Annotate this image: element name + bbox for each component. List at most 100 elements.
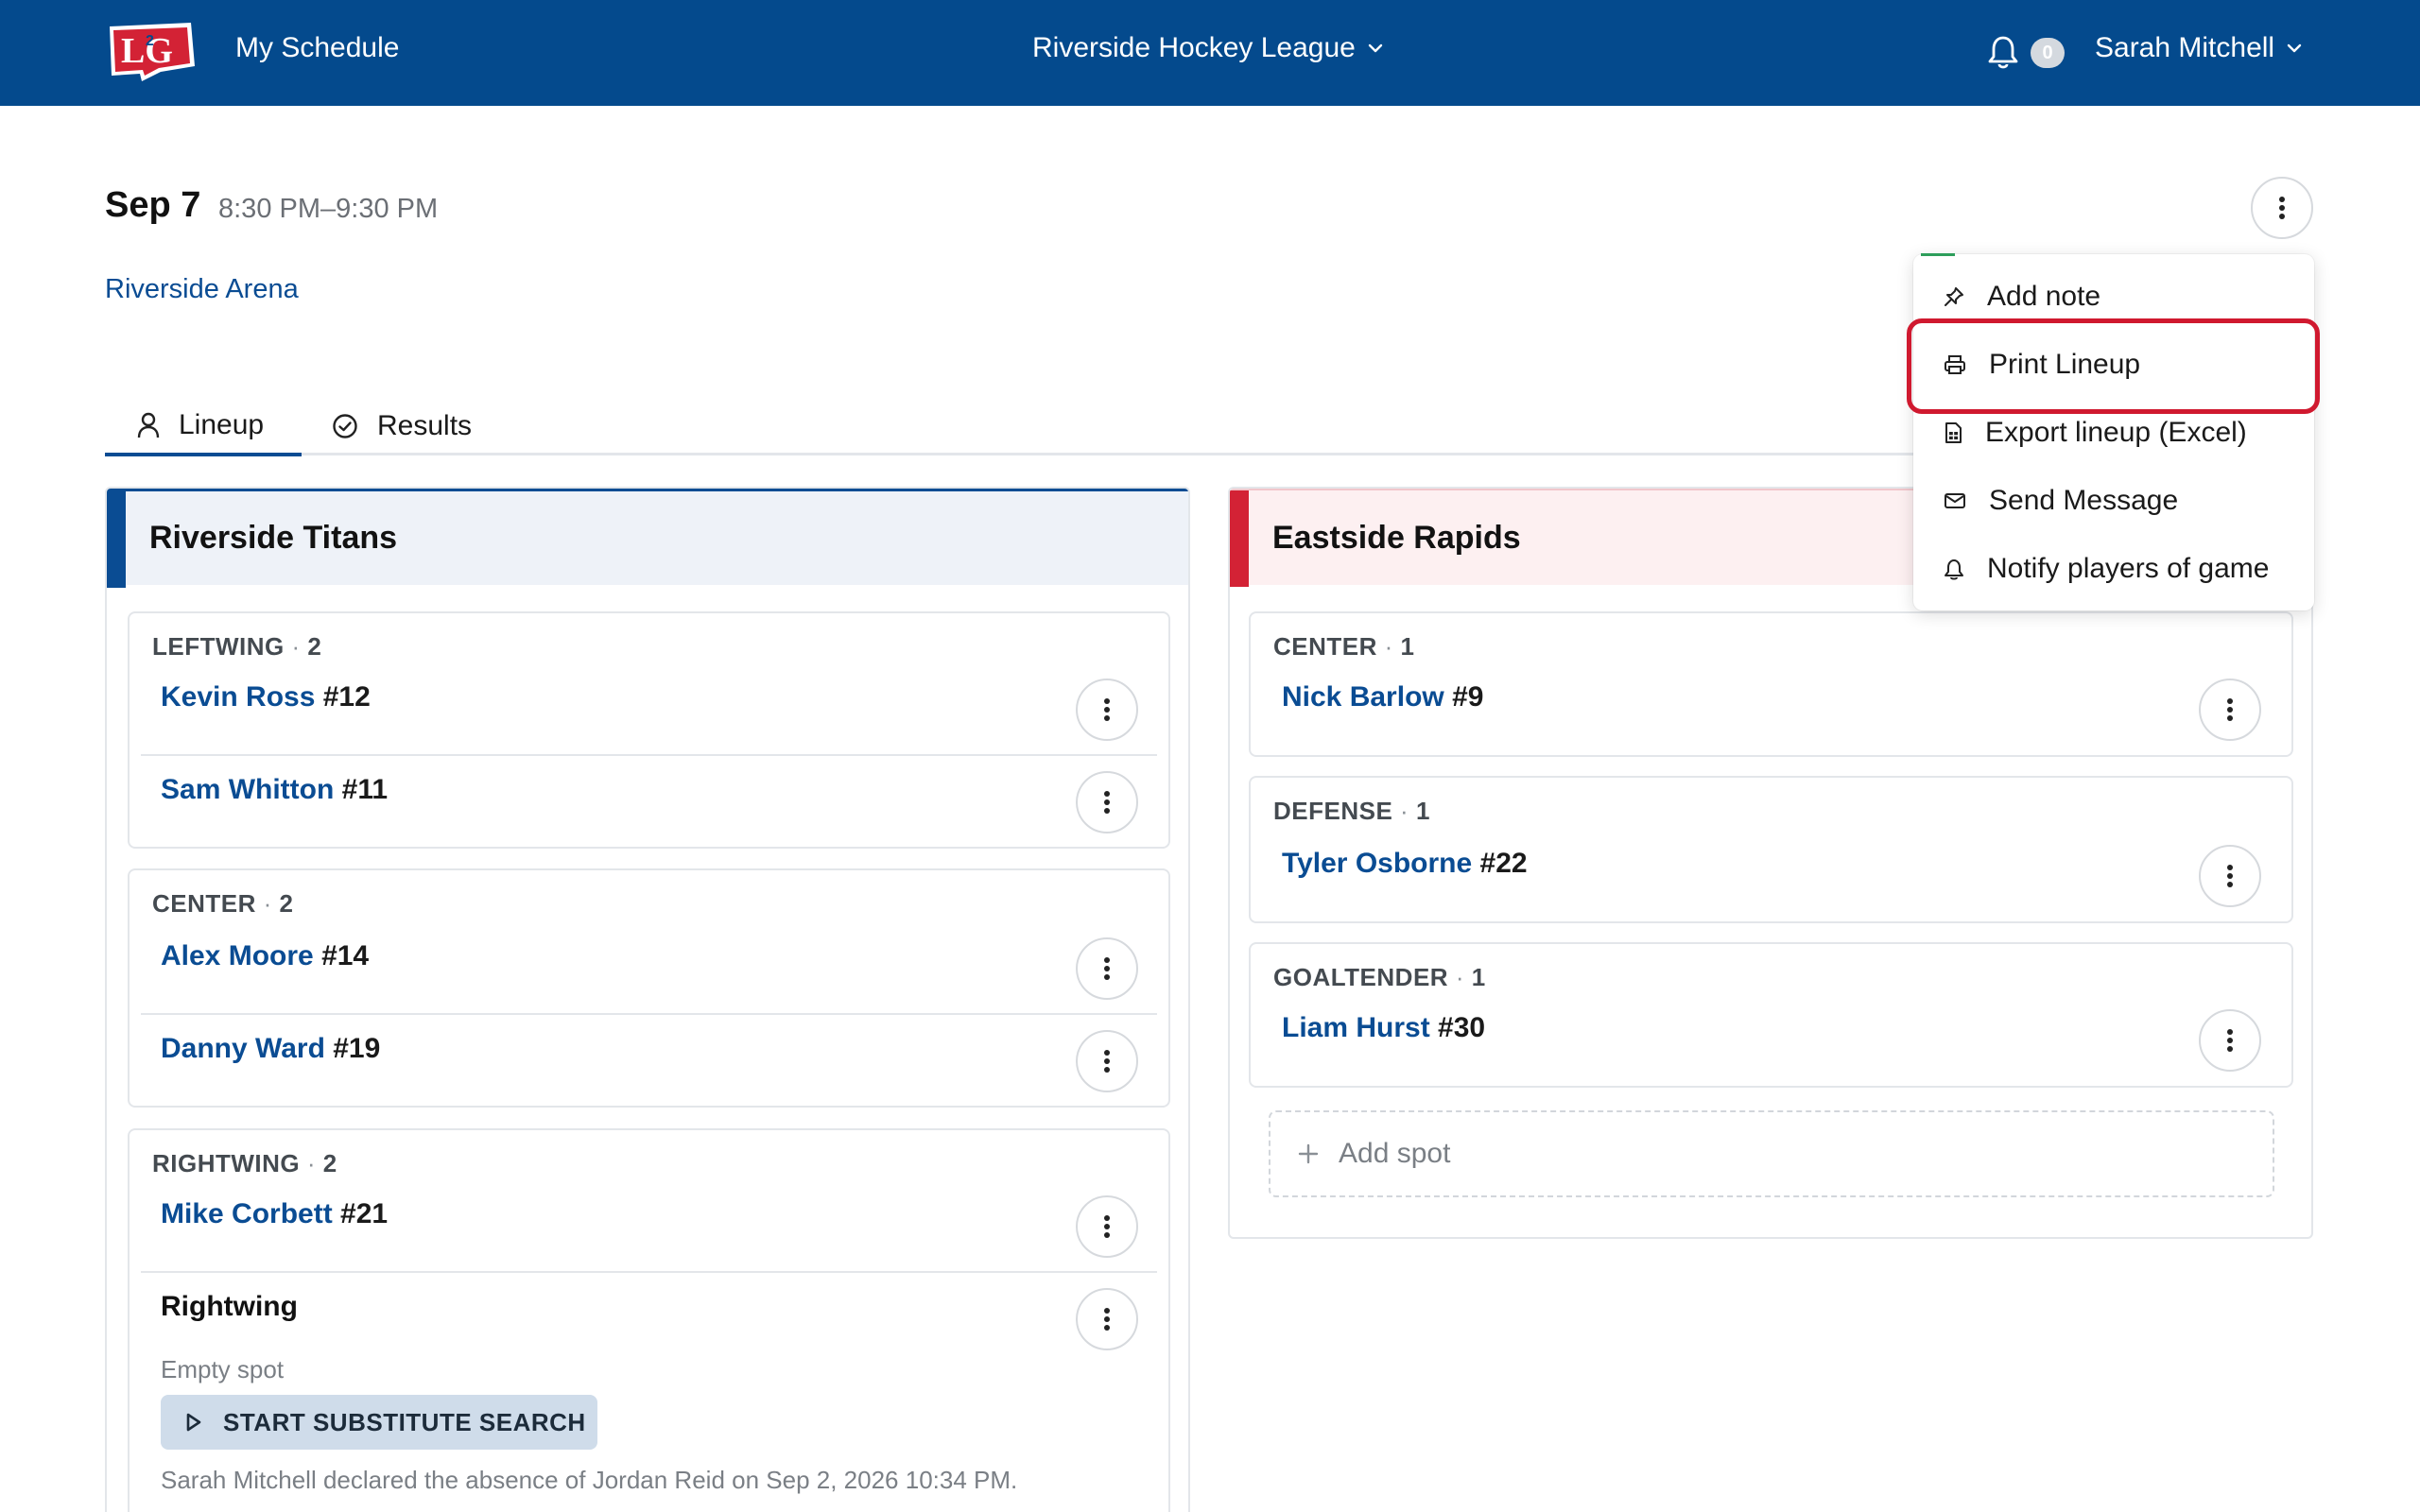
start-substitute-search-button[interactable]: START SUBSTITUTE SEARCH <box>161 1395 597 1450</box>
team-name: Eastside Rapids <box>1272 519 1521 556</box>
event-time: 8:30 PM–9:30 PM <box>218 194 439 224</box>
spreadsheet-icon <box>1945 422 1962 443</box>
empty-spot-subtitle: Empty spot <box>161 1355 285 1383</box>
player-more-button[interactable] <box>1076 1030 1138 1092</box>
position-label: DEFENSE · 1 <box>1273 797 1430 825</box>
row-divider <box>141 1013 1157 1015</box>
vertical-dots-icon <box>1104 957 1110 980</box>
user-name: Sarah Mitchell <box>2095 32 2275 63</box>
menu-accent-mark <box>1921 253 1955 256</box>
empty-spot-more-button[interactable] <box>1076 1288 1138 1350</box>
player-more-button[interactable] <box>2199 1009 2261 1072</box>
pin-icon <box>1945 287 1963 306</box>
player-more-button[interactable] <box>2199 845 2261 907</box>
team-header: Riverside Titans <box>107 489 1188 588</box>
player-name-link[interactable]: Tyler Osborne <box>1282 848 1472 879</box>
tab-label: Lineup <box>179 408 265 440</box>
nav-my-schedule[interactable]: My Schedule <box>235 32 399 64</box>
chevron-down-icon <box>1368 43 1383 53</box>
vertical-dots-icon <box>1104 1308 1110 1331</box>
league-name: Riverside Hockey League <box>1032 32 1356 63</box>
position-label: CENTER · 2 <box>152 889 294 918</box>
top-bar: LG 2 My Schedule Riverside Hockey League… <box>0 0 2420 106</box>
player-entry: Alex Moore #14 <box>161 940 369 972</box>
player-name-link[interactable]: Danny Ward <box>161 1033 325 1064</box>
add-spot-button[interactable]: Add spot <box>1269 1110 2274 1197</box>
position-group-center: CENTER · 1 Nick Barlow #9 <box>1249 611 2293 757</box>
print-lineup-highlight <box>1907 318 2320 414</box>
envelope-icon <box>1945 493 1965 508</box>
player-entry: Tyler Osborne #22 <box>1282 848 1528 880</box>
jersey-number: #14 <box>321 940 370 971</box>
jersey-number: #21 <box>340 1198 389 1229</box>
menu-item-notify-players[interactable]: Notify players of game <box>1913 541 2314 597</box>
player-more-button[interactable] <box>1076 1195 1138 1258</box>
menu-item-label: Send Message <box>1989 485 2179 516</box>
player-name-link[interactable]: Kevin Ross <box>161 681 315 713</box>
menu-item-label: Notify players of game <box>1987 553 2270 584</box>
menu-item-add-note[interactable]: Add note <box>1913 268 2314 325</box>
jersey-number: #9 <box>1452 681 1484 713</box>
position-label: RIGHTWING · 2 <box>152 1149 337 1177</box>
position-group-center: CENTER · 2 Alex Moore #14 Danny Ward #19 <box>128 868 1170 1108</box>
svg-text:2: 2 <box>146 33 154 49</box>
jersey-number: #11 <box>341 774 389 805</box>
button-label: START SUBSTITUTE SEARCH <box>223 1407 586 1436</box>
position-group-rightwing: RIGHTWING · 2 Mike Corbett #21 Rightwing… <box>128 1128 1170 1512</box>
position-label: LEFTWING · 2 <box>152 632 322 661</box>
league-selector[interactable]: Riverside Hockey League <box>1032 32 1384 64</box>
vertical-dots-icon <box>2227 1029 2233 1052</box>
empty-spot-title: Rightwing <box>161 1291 298 1322</box>
vertical-dots-icon <box>1104 791 1110 814</box>
player-more-button[interactable] <box>2199 679 2261 741</box>
vertical-dots-icon <box>1104 1215 1110 1238</box>
play-icon <box>186 1413 201 1432</box>
row-divider <box>141 1271 1157 1273</box>
notifications-bell-icon[interactable] <box>1987 34 2019 70</box>
tab-lineup[interactable]: Lineup <box>105 397 302 456</box>
row-divider <box>141 754 1157 756</box>
player-entry: Liam Hurst #30 <box>1282 1012 1485 1044</box>
event-actions-menu: Add note Print Lineup Export lineup (Exc… <box>1913 254 2314 610</box>
position-group-leftwing: LEFTWING · 2 Kevin Ross #12 Sam Whitton … <box>128 611 1170 849</box>
league-logo[interactable]: LG 2 <box>104 19 199 83</box>
player-more-button[interactable] <box>1076 937 1138 1000</box>
person-icon <box>137 412 160 438</box>
player-entry: Danny Ward #19 <box>161 1033 380 1065</box>
team-name: Riverside Titans <box>149 520 398 556</box>
jersey-number: #30 <box>1438 1012 1486 1043</box>
player-entry: Nick Barlow #9 <box>1282 681 1483 713</box>
team-color-stripe <box>1230 490 1249 587</box>
jersey-number: #12 <box>322 681 371 713</box>
player-name-link[interactable]: Sam Whitton <box>161 774 334 805</box>
bell-icon <box>1945 559 1963 580</box>
check-circle-icon <box>333 414 357 438</box>
vertical-dots-icon <box>2227 865 2233 887</box>
chevron-down-icon <box>2287 43 2302 53</box>
vertical-dots-icon <box>2279 197 2285 219</box>
tab-results[interactable]: Results <box>332 397 472 455</box>
menu-item-send-message[interactable]: Send Message <box>1913 472 2314 529</box>
player-more-button[interactable] <box>1076 771 1138 833</box>
jersey-number: #19 <box>333 1033 381 1064</box>
player-entry: Kevin Ross #12 <box>161 681 371 713</box>
menu-item-label: Export lineup (Excel) <box>1985 417 2247 448</box>
position-label: GOALTENDER · 1 <box>1273 963 1486 991</box>
plus-icon <box>1298 1143 1319 1164</box>
position-label: CENTER · 1 <box>1273 632 1415 661</box>
position-group-goaltender: GOALTENDER · 1 Liam Hurst #30 <box>1249 942 2293 1088</box>
jersey-number: #22 <box>1479 848 1528 879</box>
player-name-link[interactable]: Liam Hurst <box>1282 1012 1430 1043</box>
menu-item-label: Add note <box>1987 281 2101 312</box>
user-menu[interactable]: Sarah Mitchell <box>2095 32 2303 64</box>
position-group-defense: DEFENSE · 1 Tyler Osborne #22 <box>1249 776 2293 923</box>
arena-link[interactable]: Riverside Arena <box>105 274 299 305</box>
add-spot-label: Add spot <box>1339 1138 1451 1169</box>
player-name-link[interactable]: Mike Corbett <box>161 1198 333 1229</box>
player-entry: Sam Whitton #11 <box>161 774 388 806</box>
absence-note: Sarah Mitchell declared the absence of J… <box>161 1466 1018 1494</box>
player-name-link[interactable]: Nick Barlow <box>1282 681 1444 713</box>
player-more-button[interactable] <box>1076 679 1138 741</box>
player-name-link[interactable]: Alex Moore <box>161 940 314 971</box>
event-more-button[interactable] <box>2251 177 2313 239</box>
